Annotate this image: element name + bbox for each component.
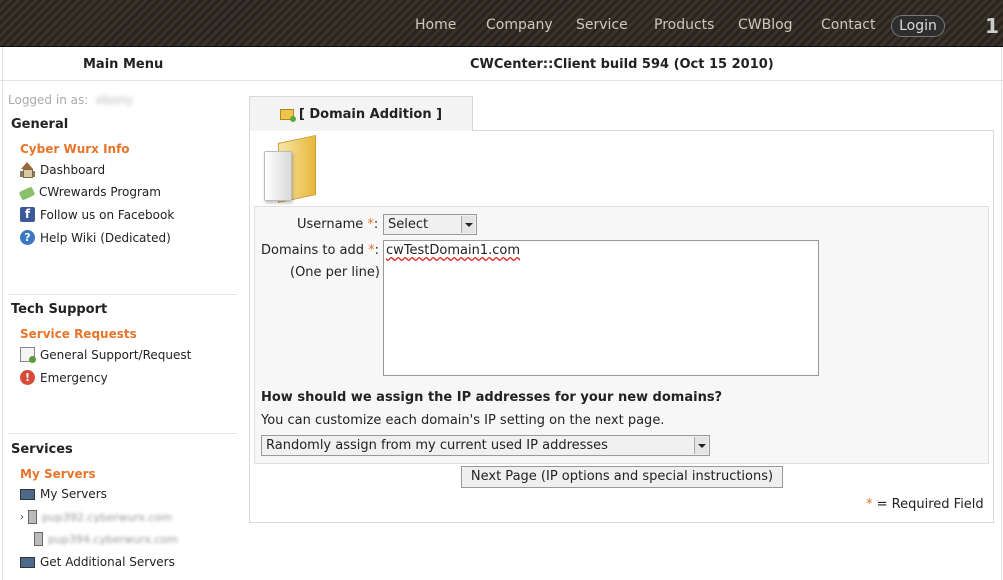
server-icon	[34, 532, 43, 546]
page-border-left	[2, 47, 3, 580]
sidebar-divider	[8, 433, 237, 434]
domains-textarea[interactable]: cwTestDomain1.com	[383, 240, 819, 376]
page-title: CWCenter::Client build 594 (Oct 15 2010)	[470, 57, 774, 72]
monitor-icon	[20, 489, 35, 500]
section-title-tech-support: Tech Support	[11, 302, 108, 317]
sidebar-item-my-servers[interactable]: My Servers	[20, 487, 107, 501]
top-nav-bar: Home Company Service Products CWBlog Con…	[0, 0, 1003, 47]
sidebar-item-label: CWrewards Program	[39, 185, 161, 199]
sidebar-item-label: Follow us on Facebook	[40, 207, 175, 222]
nav-products-link[interactable]: Products	[654, 17, 714, 33]
logged-in-label: Logged in as:	[8, 93, 89, 107]
sidebar-item-get-additional-servers[interactable]: Get Additional Servers	[20, 555, 175, 569]
login-button[interactable]: Login	[891, 15, 945, 37]
nav-company-link[interactable]: Company	[486, 17, 553, 33]
required-field-note: * = Required Field	[866, 497, 984, 512]
sidebar-item-facebook[interactable]: f Follow us on Facebook	[20, 207, 174, 222]
nav-home-link[interactable]: Home	[415, 17, 456, 33]
emergency-icon: !	[20, 370, 35, 385]
username-select[interactable]: Select	[383, 214, 477, 235]
sidebar-item-cwrewards[interactable]: CWrewards Program	[18, 185, 161, 201]
server-hostname: pup394.cyberwurx.com	[48, 532, 178, 546]
section-sub-cyber-wurx-info: Cyber Wurx Info	[20, 142, 130, 156]
nav-service-link[interactable]: Service	[576, 17, 628, 33]
nav-cwblog-link[interactable]: CWBlog	[738, 17, 793, 33]
tab-domain-addition[interactable]: [ Domain Addition ]	[249, 96, 473, 131]
ip-hint: You can customize each domain's IP setti…	[261, 413, 665, 428]
sidebar-divider	[8, 294, 237, 295]
server-hostname: pup392.cyberwurx.com	[42, 510, 172, 524]
logged-in-username: ebony	[96, 93, 134, 107]
domains-label: Domains to add *:	[261, 243, 380, 258]
sidebar-item-help-wiki[interactable]: ? Help Wiki (Dedicated)	[20, 230, 171, 245]
sidebar-item-server-2[interactable]: pup394.cyberwurx.com	[34, 532, 178, 546]
section-title-general: General	[11, 117, 69, 132]
sidebar-item-label: Dashboard	[40, 162, 106, 177]
sidebar-item-label: Get Additional Servers	[40, 555, 175, 569]
chevron-down-icon	[461, 216, 475, 233]
ticket-icon	[18, 186, 36, 201]
section-sub-service-requests: Service Requests	[20, 327, 137, 341]
sidebar-item-server-1[interactable]: › pup392.cyberwurx.com	[20, 510, 172, 524]
logged-in-status: Logged in as: ebony	[8, 93, 133, 107]
nav-contact-link[interactable]: Contact	[821, 17, 875, 33]
chevron-down-icon	[694, 437, 708, 454]
sidebar-item-label: General Support/Request	[40, 347, 192, 362]
domains-sublabel: (One per line)	[290, 265, 380, 280]
folder-icon	[262, 134, 318, 204]
facebook-icon: f	[20, 207, 35, 222]
folder-add-icon	[279, 108, 296, 122]
header-divider	[0, 80, 1003, 81]
house-icon	[20, 162, 35, 178]
expand-arrow-icon[interactable]: ›	[20, 512, 24, 523]
server-icon	[28, 510, 37, 524]
section-sub-my-servers: My Servers	[20, 467, 96, 481]
sidebar-item-label: Help Wiki (Dedicated)	[40, 230, 171, 245]
ip-question: How should we assign the IP addresses fo…	[261, 390, 723, 405]
sidebar-item-label: Emergency	[40, 370, 108, 385]
tab-label: [ Domain Addition ]	[298, 106, 443, 122]
document-icon	[20, 347, 36, 363]
section-title-services: Services	[11, 442, 73, 457]
next-page-button[interactable]: Next Page (IP options and special instru…	[461, 466, 783, 488]
ip-assignment-select[interactable]: Randomly assign from my current used IP …	[261, 435, 710, 456]
monitor-add-icon	[20, 557, 35, 568]
username-label: Username *:	[297, 217, 379, 232]
help-icon: ?	[20, 230, 35, 245]
sidebar-item-emergency[interactable]: ! Emergency	[20, 370, 108, 385]
main-menu-title: Main Menu	[83, 57, 164, 72]
page-border-right	[1001, 47, 1002, 580]
page-number: 1	[985, 14, 999, 38]
sidebar-item-dashboard[interactable]: Dashboard	[20, 162, 106, 178]
sidebar-item-label: My Servers	[40, 487, 107, 501]
sidebar-item-general-support[interactable]: General Support/Request	[20, 347, 192, 363]
